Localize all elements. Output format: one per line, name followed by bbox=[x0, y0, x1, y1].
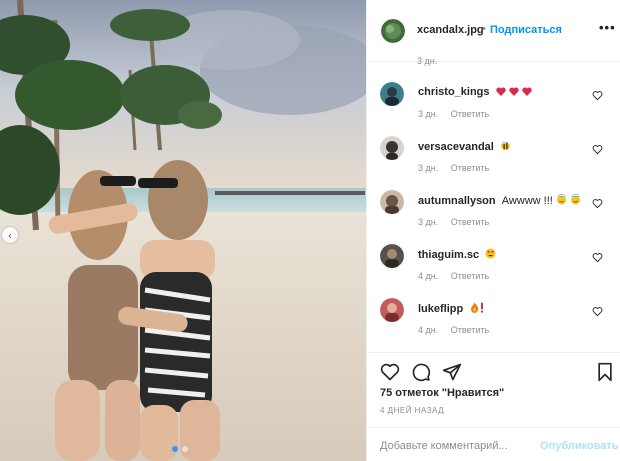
carousel-indicator bbox=[172, 446, 188, 452]
author-username[interactable]: xcandalx.jpg bbox=[417, 24, 484, 36]
commenter-name[interactable]: lukeflipp bbox=[418, 303, 463, 315]
commenter-username[interactable]: versacevandal bbox=[418, 140, 511, 153]
heart-emoji bbox=[495, 87, 506, 96]
post-actions: 75 отметок "Нравится" 4 ДНЕЙ НАЗАД bbox=[367, 352, 620, 427]
comment-meta: 4 дн. Ответить bbox=[418, 271, 489, 281]
commenter-avatar[interactable] bbox=[380, 136, 404, 160]
fire-emoji bbox=[471, 302, 479, 313]
heart-emoji bbox=[522, 87, 532, 96]
carousel-dot-2 bbox=[182, 446, 188, 452]
comment-time: 4 дн. bbox=[418, 325, 439, 335]
comment-time: 4 дн. bbox=[418, 271, 439, 281]
comment-item: lukeflipp 4 дн. Ответить bbox=[367, 298, 620, 352]
reply-button[interactable]: Ответить bbox=[451, 271, 489, 281]
comments-list: christo_kings 3 дн. Ответить versacevand… bbox=[367, 62, 620, 352]
like-comment-icon[interactable] bbox=[592, 144, 603, 155]
comment-body: Awwww !!! bbox=[501, 195, 553, 207]
comment-item: autumnallyson Awwww !!! 3 дн. Ответить bbox=[367, 190, 620, 244]
publish-button[interactable]: Опубликовать bbox=[540, 440, 619, 452]
more-options-icon[interactable]: ••• bbox=[599, 20, 616, 35]
header-separator: • bbox=[482, 23, 486, 35]
smile-halo-emoji bbox=[570, 194, 580, 205]
post-date[interactable]: 4 ДНЕЙ НАЗАД bbox=[380, 406, 444, 415]
commenter-avatar[interactable] bbox=[380, 82, 404, 106]
comment-meta: 3 дн. Ответить bbox=[418, 163, 489, 173]
carousel-dot-1 bbox=[172, 446, 178, 452]
post-header: xcandalx.jpg • Подписаться ••• bbox=[367, 0, 620, 62]
commenter-name[interactable]: thiaguim.sc bbox=[418, 249, 479, 261]
like-comment-icon[interactable] bbox=[592, 252, 603, 263]
chevron-left-icon: ‹ bbox=[7, 228, 13, 242]
commenter-name[interactable]: christo_kings bbox=[418, 86, 490, 98]
reply-button[interactable]: Ответить bbox=[451, 217, 489, 227]
comment-time: 3 дн. bbox=[418, 163, 439, 173]
commenter-username[interactable]: lukeflipp bbox=[418, 302, 484, 315]
comment-time: 3 дн. bbox=[418, 217, 439, 227]
author-avatar[interactable] bbox=[381, 19, 405, 43]
share-icon[interactable] bbox=[442, 362, 462, 382]
comment-meta: 3 дн. Ответить bbox=[418, 217, 489, 227]
commenter-name[interactable]: autumnallyson bbox=[418, 195, 496, 207]
comment-icon[interactable] bbox=[411, 362, 431, 382]
comment-item: versacevandal 3 дн. Ответить bbox=[367, 136, 620, 190]
comment-item: thiaguim.sc 4 дн. Ответить bbox=[367, 244, 620, 298]
commenter-username[interactable]: thiaguim.sc bbox=[418, 248, 496, 261]
like-comment-icon[interactable] bbox=[592, 198, 603, 209]
beach-photo bbox=[0, 0, 366, 461]
post-photo[interactable]: ‹ bbox=[0, 0, 366, 461]
commenter-avatar[interactable] bbox=[380, 244, 404, 268]
commenter-name[interactable]: versacevandal bbox=[418, 141, 494, 153]
likes-count[interactable]: 75 отметок "Нравится" bbox=[380, 387, 504, 399]
exclamation-emoji bbox=[481, 302, 484, 313]
post-sidebar: xcandalx.jpg • Подписаться ••• 3 дн. chr… bbox=[366, 0, 620, 461]
comment-meta: 4 дн. Ответить bbox=[418, 325, 489, 335]
commenter-username[interactable]: christo_kings bbox=[418, 86, 532, 98]
comment-text bbox=[485, 248, 496, 261]
heart-emoji bbox=[508, 87, 519, 96]
comment-text bbox=[495, 86, 532, 98]
like-icon[interactable] bbox=[380, 362, 400, 382]
like-comment-icon[interactable] bbox=[592, 306, 603, 317]
comment-text bbox=[500, 141, 511, 153]
bee-emoji bbox=[500, 141, 510, 150]
comment-text: Awwww !!! bbox=[501, 194, 581, 207]
commenter-avatar[interactable] bbox=[380, 190, 404, 214]
heart-eyes-emoji bbox=[485, 248, 496, 259]
commenter-avatar[interactable] bbox=[380, 298, 404, 322]
comment-time: 3 дн. bbox=[418, 109, 439, 119]
follow-button[interactable]: Подписаться bbox=[490, 24, 562, 36]
comment-text bbox=[469, 302, 484, 315]
add-comment-bar: Добавьте комментарий... Опубликовать bbox=[367, 427, 620, 461]
reply-button[interactable]: Ответить bbox=[451, 325, 489, 335]
comment-input[interactable]: Добавьте комментарий... bbox=[380, 440, 508, 452]
like-comment-icon[interactable] bbox=[592, 90, 603, 101]
reply-button[interactable]: Ответить bbox=[451, 109, 489, 119]
bookmark-icon[interactable] bbox=[596, 362, 614, 382]
commenter-username[interactable]: autumnallyson Awwww !!! bbox=[418, 194, 581, 207]
carousel-prev-button[interactable]: ‹ bbox=[1, 226, 19, 244]
comment-meta: 3 дн. Ответить bbox=[418, 109, 489, 119]
reply-button[interactable]: Ответить bbox=[451, 163, 489, 173]
comment-item: christo_kings 3 дн. Ответить bbox=[367, 82, 620, 136]
smile-halo-emoji bbox=[556, 194, 566, 205]
